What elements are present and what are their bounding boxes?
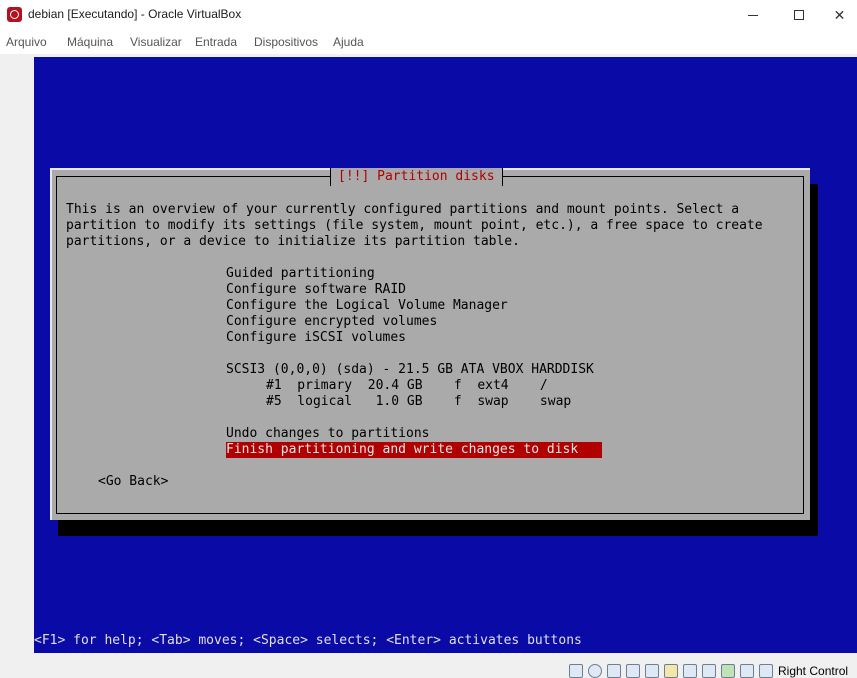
menu-visualizar[interactable]: Visualizar: [130, 35, 182, 49]
window-title: debian [Executando] - Oracle VirtualBox: [28, 7, 242, 21]
partition-1[interactable]: #1 primary 20.4 GB f ext4 /: [266, 378, 548, 394]
partition-disks-dialog: [!!] Partition disks This is an overview…: [50, 168, 810, 520]
maximize-icon: [794, 10, 804, 20]
option-undo-changes[interactable]: Undo changes to partitions: [226, 426, 430, 442]
disk-sda[interactable]: SCSI3 (0,0,0) (sda) - 21.5 GB ATA VBOX H…: [226, 362, 594, 378]
maximize-button[interactable]: [776, 0, 822, 30]
mouse-integration-icon[interactable]: [740, 664, 754, 678]
intro-line-1: This is an overview of your currently co…: [66, 202, 740, 217]
dialog-title: [!!] Partition disks: [330, 168, 503, 186]
minimize-button[interactable]: [730, 0, 776, 30]
help-bar: <F1> for help; <Tab> moves; <Space> sele…: [34, 633, 582, 648]
partition-5[interactable]: #5 logical 1.0 GB f swap swap: [266, 394, 571, 410]
keyboard-icon[interactable]: [759, 664, 773, 678]
menu-arquivo[interactable]: Arquivo: [6, 35, 47, 49]
shared-folder-icon[interactable]: [664, 664, 678, 678]
option-encrypted-volumes[interactable]: Configure encrypted volumes: [226, 314, 437, 330]
menu-maquina[interactable]: Máquina: [67, 35, 113, 49]
go-back-button[interactable]: <Go Back>: [98, 474, 168, 490]
intro-line-2: partition to modify its settings (file s…: [66, 218, 763, 233]
close-icon: ✕: [833, 6, 846, 23]
installer-screen: [!!] Partition disks This is an overview…: [34, 57, 857, 653]
network-icon[interactable]: [626, 664, 640, 678]
host-key-label: Right Control: [778, 664, 849, 678]
menu-dispositivos[interactable]: Dispositivos: [254, 35, 318, 49]
audio-icon[interactable]: [607, 664, 621, 678]
option-iscsi-volumes[interactable]: Configure iSCSI volumes: [226, 330, 406, 346]
display-icon[interactable]: [683, 664, 697, 678]
intro-line-3: partitions, or a device to initialize it…: [66, 234, 520, 249]
minimize-icon: [748, 14, 758, 16]
hard-disk-icon[interactable]: [569, 664, 583, 678]
option-lvm[interactable]: Configure the Logical Volume Manager: [226, 298, 508, 314]
option-software-raid[interactable]: Configure software RAID: [226, 282, 406, 298]
menu-bar: Arquivo Máquina Visualizar Entrada Dispo…: [0, 30, 857, 54]
close-button[interactable]: ✕: [822, 0, 857, 30]
option-finish-partitioning[interactable]: Finish partitioning and write changes to…: [226, 442, 602, 458]
vm-display[interactable]: [!!] Partition disks This is an overview…: [0, 57, 857, 653]
cpu-icon[interactable]: [721, 664, 735, 678]
option-guided-partitioning[interactable]: Guided partitioning: [226, 266, 375, 282]
virtualbox-app-icon[interactable]: [7, 7, 22, 22]
menu-entrada[interactable]: Entrada: [195, 35, 237, 49]
recording-icon[interactable]: [702, 664, 716, 678]
title-bar: debian [Executando] - Oracle VirtualBox …: [0, 0, 857, 30]
optical-drive-icon[interactable]: [588, 664, 602, 678]
menu-ajuda[interactable]: Ajuda: [333, 35, 364, 49]
usb-icon[interactable]: [645, 664, 659, 678]
status-bar: Right Control: [0, 660, 857, 678]
